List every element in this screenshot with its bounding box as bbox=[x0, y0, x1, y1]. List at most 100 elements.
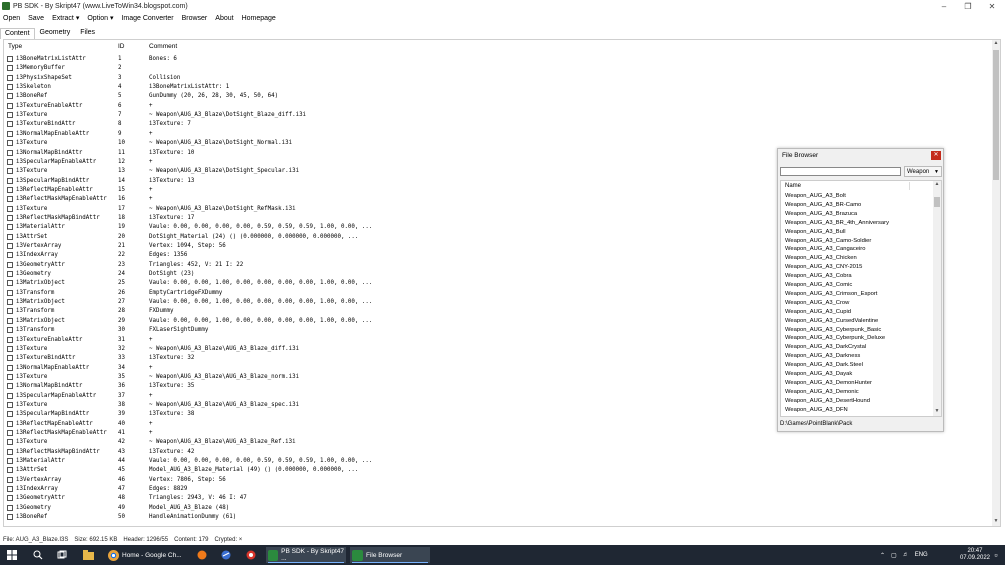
app-icon-red[interactable] bbox=[245, 549, 257, 561]
row-checkbox[interactable] bbox=[7, 383, 13, 390]
close-icon[interactable]: ✕ bbox=[931, 151, 941, 160]
menu-browser[interactable]: Browser bbox=[179, 15, 213, 22]
list-item[interactable]: Weapon_AUG_A3_DemonHunter bbox=[785, 380, 872, 386]
row-checkbox[interactable] bbox=[7, 308, 13, 315]
list-item[interactable]: Weapon_AUG_A3_Bolt bbox=[785, 193, 846, 199]
tab-content[interactable]: Content bbox=[0, 28, 35, 39]
table-row[interactable]: i3BoneRef 50 HandleAnimationDummy (61) bbox=[4, 513, 994, 522]
row-checkbox[interactable] bbox=[7, 74, 13, 81]
row-checkbox[interactable] bbox=[7, 140, 13, 147]
menu-save[interactable]: Save bbox=[25, 15, 49, 22]
column-header-comment[interactable]: Comment bbox=[149, 43, 177, 54]
list-item[interactable]: Weapon_AUG_A3_Cangaceiro bbox=[785, 246, 865, 252]
row-checkbox[interactable] bbox=[7, 130, 13, 137]
row-checkbox[interactable] bbox=[7, 476, 13, 483]
column-header-id[interactable]: ID bbox=[118, 43, 125, 54]
row-checkbox[interactable] bbox=[7, 177, 13, 184]
row-checkbox[interactable] bbox=[7, 467, 13, 474]
row-checkbox[interactable] bbox=[7, 93, 13, 100]
row-checkbox[interactable] bbox=[7, 458, 13, 465]
list-item[interactable]: Weapon_AUG_A3_Cupid bbox=[785, 309, 851, 315]
row-checkbox[interactable] bbox=[7, 233, 13, 240]
row-checkbox[interactable] bbox=[7, 289, 13, 296]
list-item[interactable]: Weapon_AUG_A3_BR_4th_Anniversary bbox=[785, 220, 889, 226]
row-checkbox[interactable] bbox=[7, 299, 13, 306]
row-checkbox[interactable] bbox=[7, 355, 13, 362]
taskbar-clock[interactable]: 20:47 07.09.2022 bbox=[960, 548, 990, 562]
list-item[interactable]: Weapon_AUG_A3_CursedValentine bbox=[785, 318, 878, 324]
row-checkbox[interactable] bbox=[7, 327, 13, 334]
table-row[interactable]: i3VertexArray 46 Vertex: 7806, Step: 56 bbox=[4, 476, 994, 485]
row-checkbox[interactable] bbox=[7, 486, 13, 493]
menu-image-converter[interactable]: Image Converter bbox=[118, 15, 178, 22]
row-checkbox[interactable] bbox=[7, 224, 13, 231]
row-checkbox[interactable] bbox=[7, 121, 13, 128]
table-row[interactable]: i3Skeleton 4 i3BoneMatrixListAttr: 1 bbox=[4, 83, 994, 92]
row-checkbox[interactable] bbox=[7, 102, 13, 109]
table-row[interactable]: i3AttrSet 45 Model_AUG_A3_Blaze_Material (… bbox=[4, 466, 994, 475]
row-checkbox[interactable] bbox=[7, 336, 13, 343]
table-row[interactable]: i3GeometryAttr 48 Triangles: 2943, V: 46 I… bbox=[4, 494, 994, 503]
taskbar-app-pb-sdk[interactable]: PB SDK - By Skript47 ... bbox=[266, 547, 346, 563]
list-item[interactable]: Weapon_AUG_A3_DesertHound bbox=[785, 398, 870, 404]
table-row[interactable]: i3IndexArray 47 Edges: 8829 bbox=[4, 485, 994, 494]
row-checkbox[interactable] bbox=[7, 439, 13, 446]
row-checkbox[interactable] bbox=[7, 56, 13, 62]
list-item[interactable]: Weapon_AUG_A3_Bull bbox=[785, 229, 845, 235]
row-checkbox[interactable] bbox=[7, 373, 13, 380]
row-checkbox[interactable] bbox=[7, 448, 13, 455]
table-row[interactable]: i3PhysixShapeSet 3 Collision bbox=[4, 74, 994, 83]
table-row[interactable]: i3TextureEnableAttr 6 + bbox=[4, 102, 994, 111]
row-checkbox[interactable] bbox=[7, 243, 13, 249]
list-item[interactable]: Weapon_AUG_A3_Demonic bbox=[785, 389, 859, 395]
scroll-down-icon[interactable]: ▼ bbox=[933, 408, 941, 416]
tab-geometry[interactable]: Geometry bbox=[35, 27, 76, 39]
list-item[interactable]: Weapon_AUG_A3_Cyberpunk_Basic bbox=[785, 327, 881, 333]
menu-homepage[interactable]: Homepage bbox=[239, 15, 281, 22]
menu-open[interactable]: Open bbox=[0, 15, 25, 22]
app-icon-orange[interactable] bbox=[196, 549, 208, 561]
row-checkbox[interactable] bbox=[7, 420, 13, 427]
list-item[interactable]: Weapon_AUG_A3_Crimson_Esport bbox=[785, 291, 877, 297]
network-icon[interactable]: ▢ bbox=[891, 552, 897, 559]
row-checkbox[interactable] bbox=[7, 271, 13, 278]
row-checkbox[interactable] bbox=[7, 317, 13, 324]
row-checkbox[interactable] bbox=[7, 168, 13, 175]
row-checkbox[interactable] bbox=[7, 345, 13, 352]
maximize-icon[interactable]: ❐ bbox=[956, 0, 980, 12]
row-checkbox[interactable] bbox=[7, 149, 13, 156]
volume-icon[interactable]: ♬ bbox=[903, 552, 909, 558]
file-browser-filter-select[interactable]: Weapon ▼ bbox=[904, 166, 942, 177]
table-row[interactable]: i3TextureBindAttr 8 i3Texture: 7 bbox=[4, 120, 994, 129]
table-row[interactable]: i3Texture 7 ~ Weapon\AUG_A3_Blaze\DotSight… bbox=[4, 111, 994, 120]
list-item[interactable]: Weapon_AUG_A3_Brazuca bbox=[785, 211, 857, 217]
taskbar-app-file-browser[interactable]: File Browser bbox=[350, 547, 430, 563]
list-item[interactable]: Weapon_AUG_A3_DFN bbox=[785, 407, 848, 413]
table-row[interactable]: i3NormalMapEnableAttr 9 + bbox=[4, 130, 994, 139]
row-checkbox[interactable] bbox=[7, 186, 13, 193]
taskbar-app-chrome[interactable]: Home - Google Ch... bbox=[106, 547, 186, 563]
list-item[interactable]: Weapon_AUG_A3_Chicken bbox=[785, 255, 857, 261]
list-item[interactable]: Weapon_AUG_A3_Dayak bbox=[785, 371, 852, 377]
scroll-up-icon[interactable]: ▲ bbox=[933, 181, 941, 189]
menu-extract[interactable]: Extract ▾ bbox=[49, 14, 84, 22]
list-item[interactable]: Weapon_AUG_A3_Comic bbox=[785, 282, 852, 288]
row-checkbox[interactable] bbox=[7, 392, 13, 399]
row-checkbox[interactable] bbox=[7, 411, 13, 418]
list-item[interactable]: Weapon_AUG_A3_Cobra bbox=[785, 273, 852, 279]
table-row[interactable]: i3BoneRef 5 GunDummy (20, 26, 28, 30, 45, … bbox=[4, 92, 994, 101]
row-checkbox[interactable] bbox=[7, 495, 13, 502]
row-checkbox[interactable] bbox=[7, 504, 13, 511]
close-icon[interactable]: ✕ bbox=[980, 0, 1004, 12]
content-scrollbar[interactable]: ▲ ▼ bbox=[992, 40, 1000, 526]
chevron-up-icon[interactable]: ⌃ bbox=[880, 552, 885, 559]
list-item[interactable]: Weapon_AUG_A3_BR-Camo bbox=[785, 202, 861, 208]
list-item[interactable]: Weapon_AUG_A3_Crow bbox=[785, 300, 849, 306]
row-checkbox[interactable] bbox=[7, 280, 13, 287]
search-icon[interactable] bbox=[32, 549, 44, 561]
notification-icon[interactable]: ▫ bbox=[991, 549, 1001, 561]
file-browser-search-input[interactable] bbox=[780, 167, 901, 176]
scrollbar-thumb[interactable] bbox=[934, 197, 940, 207]
row-checkbox[interactable] bbox=[7, 112, 13, 119]
table-row[interactable]: i3MaterialAttr 44 Vaule: 0.00, 0.00, 0.00,… bbox=[4, 457, 994, 466]
